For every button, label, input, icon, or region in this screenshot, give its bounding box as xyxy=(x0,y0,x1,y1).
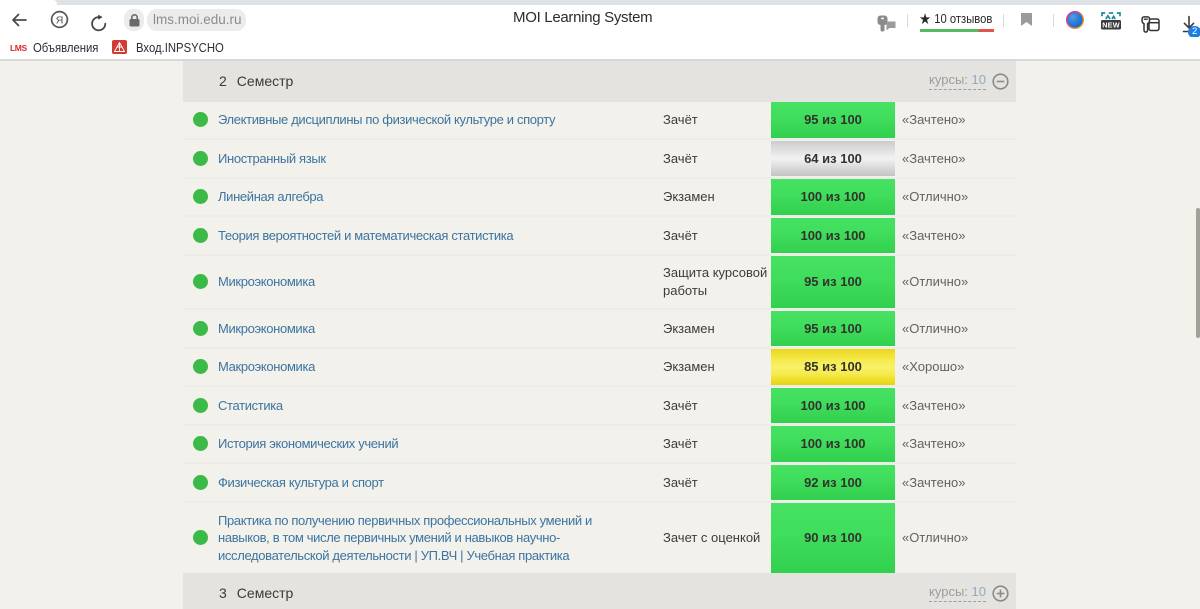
svg-text:NEW: NEW xyxy=(1102,20,1120,29)
svg-text:Я: Я xyxy=(56,15,64,27)
